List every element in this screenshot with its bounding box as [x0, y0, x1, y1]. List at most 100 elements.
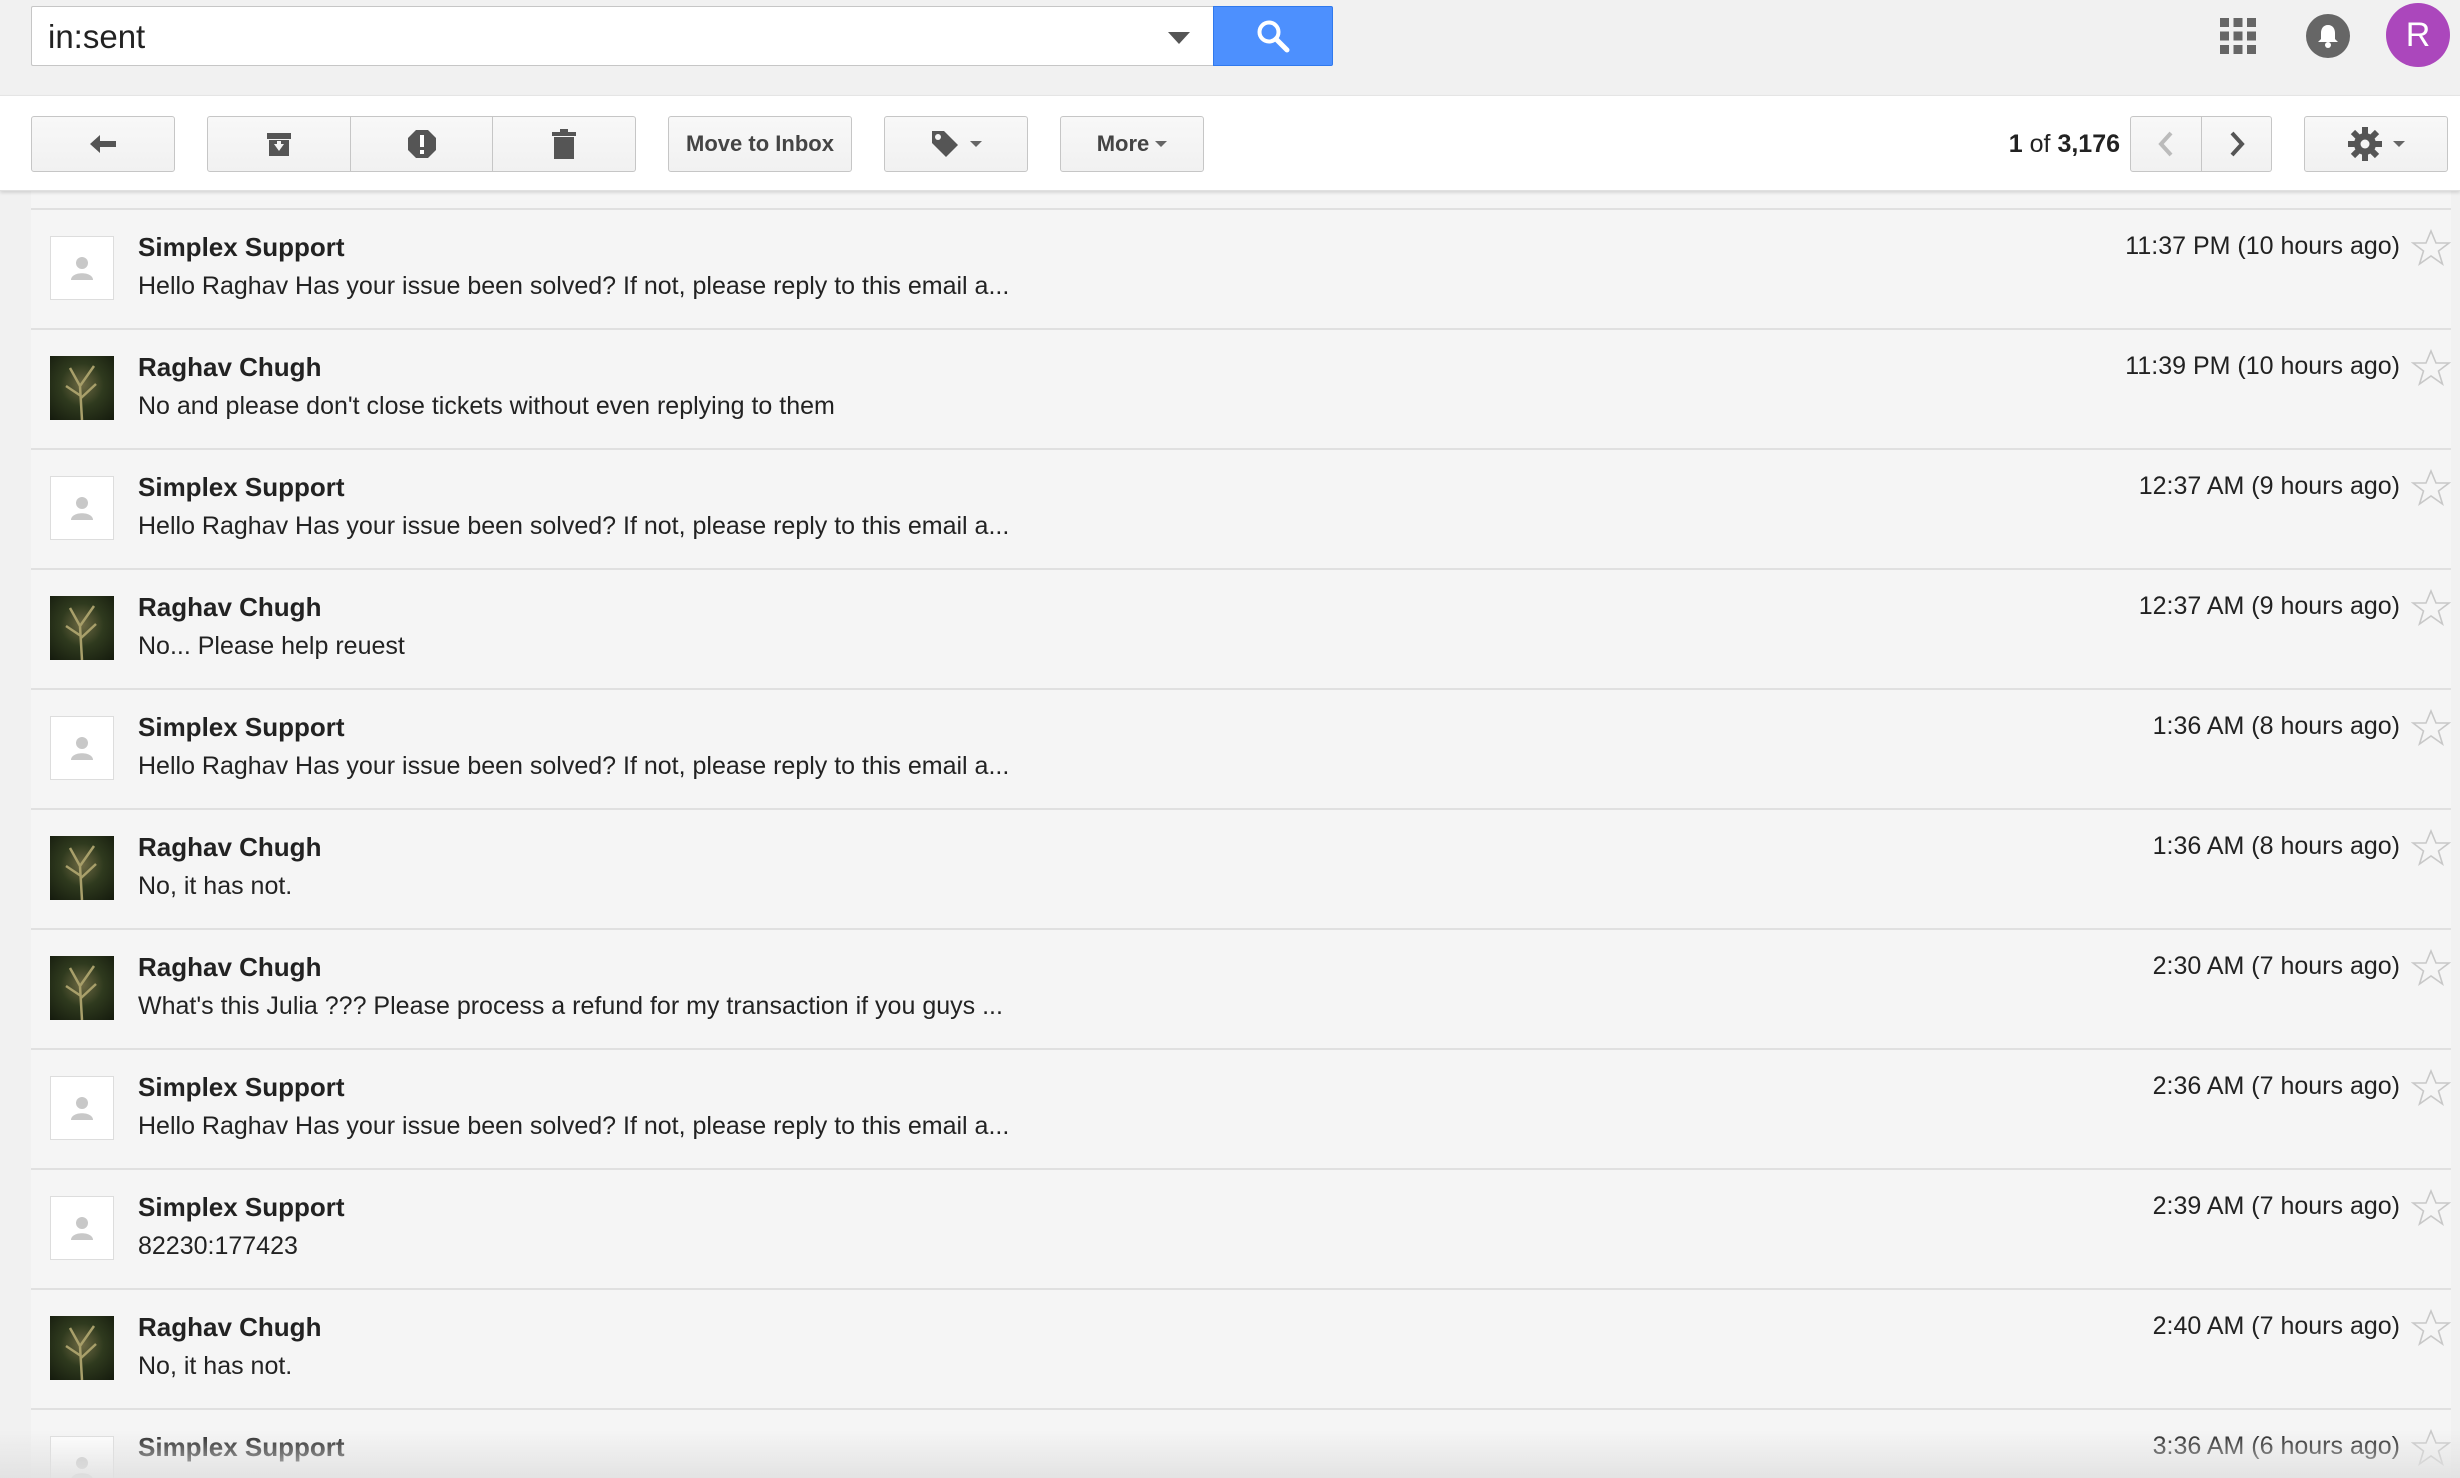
- sender-name: Raghav Chugh: [138, 1312, 322, 1342]
- chevron-down-icon: [970, 141, 982, 147]
- message-snippet: 82230:177423: [138, 1232, 298, 1260]
- back-button[interactable]: [31, 116, 175, 172]
- sender-name: Raghav Chugh: [138, 952, 322, 982]
- message-time: 2:40 AM (7 hours ago): [2152, 1312, 2400, 1340]
- message-time: 11:39 PM (10 hours ago): [2125, 352, 2400, 380]
- sender-photo: [50, 1316, 114, 1380]
- sender-name: Simplex Support: [138, 472, 345, 502]
- page-current: 1: [2008, 130, 2023, 158]
- toolbar: Move to Inbox More 1 of 3,176: [0, 95, 2460, 191]
- search-icon: [1257, 20, 1290, 53]
- person-icon: [50, 1196, 114, 1260]
- bell-icon: [2318, 25, 2338, 48]
- archive-icon: [267, 133, 291, 156]
- sender-photo: [50, 356, 114, 420]
- message-row[interactable]: Simplex Support Hello Raghav Has your iss…: [31, 1050, 2451, 1170]
- sender-name: Simplex Support: [138, 1072, 345, 1102]
- message-time: 2:30 AM (7 hours ago): [2152, 952, 2400, 980]
- message-snippet: No and please don't close tickets withou…: [138, 392, 835, 420]
- message-time: 3:36 AM (6 hours ago): [2152, 1432, 2400, 1460]
- message-row[interactable]: Simplex Support Hello Raghav Has your iss…: [31, 210, 2451, 330]
- star-icon[interactable]: [2411, 1308, 2451, 1348]
- star-icon[interactable]: [2411, 1428, 2451, 1468]
- message-snippet: No... Please help reuest: [138, 632, 405, 660]
- person-icon: [50, 1076, 114, 1140]
- gear-icon: [2348, 127, 2382, 161]
- message-row[interactable]: Simplex Support 3:36 AM (6 hours ago): [31, 1410, 2451, 1478]
- page-of: of: [2022, 130, 2058, 158]
- more-button-label: More: [1096, 131, 1150, 156]
- message-row[interactable]: Simplex Support 82230:177423 2:39 AM (7 ho…: [31, 1170, 2451, 1290]
- message-time: 1:36 AM (8 hours ago): [2152, 712, 2400, 740]
- message-snippet: No, it has not.: [138, 1352, 293, 1380]
- message-row[interactable]: Raghav Chugh No... Please help reuest 12:3…: [31, 570, 2451, 690]
- apps-grid-icon[interactable]: [2220, 18, 2256, 54]
- chevron-down-icon: [1168, 32, 1190, 44]
- message-snippet: Hello Raghav Has your issue been solved?…: [138, 1112, 1010, 1140]
- chevron-right-icon: [2230, 131, 2245, 157]
- search-input[interactable]: [48, 17, 1128, 57]
- search-button[interactable]: [1213, 6, 1333, 66]
- message-snippet: No, it has not.: [138, 872, 293, 900]
- sender-name: Raghav Chugh: [138, 352, 322, 382]
- older-button[interactable]: [2202, 116, 2272, 172]
- message-snippet: Hello Raghav Has your issue been solved?…: [138, 272, 1010, 300]
- star-icon[interactable]: [2411, 348, 2451, 388]
- report-spam-button[interactable]: [351, 116, 493, 172]
- trash-icon: [552, 129, 576, 159]
- person-icon: [50, 1436, 114, 1478]
- star-icon[interactable]: [2411, 1188, 2451, 1228]
- sender-name: Simplex Support: [138, 1432, 345, 1462]
- message-row[interactable]: Raghav Chugh No and please don't close ti…: [31, 330, 2451, 450]
- account-avatar[interactable]: R: [2386, 3, 2450, 67]
- labels-button[interactable]: [884, 116, 1028, 172]
- archive-button[interactable]: [207, 116, 351, 172]
- sender-photo: [50, 836, 114, 900]
- star-icon[interactable]: [2411, 708, 2451, 748]
- message-snippet: What's this Julia ??? Please process a r…: [138, 992, 1003, 1020]
- search-options-dropdown[interactable]: [1157, 23, 1201, 53]
- star-icon[interactable]: [2411, 588, 2451, 628]
- star-icon[interactable]: [2411, 1068, 2451, 1108]
- settings-button[interactable]: [2304, 116, 2448, 172]
- chevron-down-icon: [1155, 141, 1168, 147]
- sender-name: Simplex Support: [138, 1192, 345, 1222]
- message-time: 1:36 AM (8 hours ago): [2152, 832, 2400, 860]
- message-time: 2:39 AM (7 hours ago): [2152, 1192, 2400, 1220]
- search-box[interactable]: [31, 6, 1213, 66]
- star-icon[interactable]: [2411, 828, 2451, 868]
- star-icon[interactable]: [2411, 468, 2451, 508]
- back-arrow-icon: [90, 135, 116, 153]
- star-icon[interactable]: [2411, 228, 2451, 268]
- sender-photo: [50, 596, 114, 660]
- message-snippet: Hello Raghav Has your issue been solved?…: [138, 752, 1010, 780]
- message-snippet: Hello Raghav Has your issue been solved?…: [138, 512, 1010, 540]
- message-time: 11:37 PM (10 hours ago): [2125, 232, 2400, 260]
- person-icon: [50, 476, 114, 540]
- notifications-bell-icon[interactable]: [2306, 14, 2350, 58]
- page-total: 3,176: [2057, 130, 2120, 158]
- more-button[interactable]: More: [1060, 116, 1204, 172]
- message-time: 2:36 AM (7 hours ago): [2152, 1072, 2400, 1100]
- message-row[interactable]: Raghav Chugh What's this Julia ??? Please…: [31, 930, 2451, 1050]
- sender-photo: [50, 956, 114, 1020]
- person-icon: [50, 716, 114, 780]
- message-row[interactable]: Raghav Chugh No, it has not. 2:40 AM (7 ho…: [31, 1290, 2451, 1410]
- sender-name: Raghav Chugh: [138, 592, 322, 622]
- label-tag-icon: [932, 131, 958, 157]
- chevron-down-icon: [2393, 141, 2405, 147]
- newer-button[interactable]: [2130, 116, 2202, 172]
- message-row[interactable]: Simplex Support Hello Raghav Has your iss…: [31, 450, 2451, 570]
- pagination-count: 1 of 3,176: [1960, 130, 2120, 159]
- message-time: 12:37 AM (9 hours ago): [2138, 592, 2400, 620]
- delete-button[interactable]: [493, 116, 636, 172]
- person-icon: [50, 236, 114, 300]
- move-to-inbox-button[interactable]: Move to Inbox: [668, 116, 852, 172]
- conversation-thread: Hello Raghav Has your issue been solved?…: [31, 150, 2451, 1478]
- message-row[interactable]: Raghav Chugh No, it has not. 1:36 AM (8 ho…: [31, 810, 2451, 930]
- message-time: 12:37 AM (9 hours ago): [2138, 472, 2400, 500]
- message-row[interactable]: Simplex Support Hello Raghav Has your iss…: [31, 690, 2451, 810]
- top-bar: R: [0, 0, 2460, 95]
- sender-name: Raghav Chugh: [138, 832, 322, 862]
- star-icon[interactable]: [2411, 948, 2451, 988]
